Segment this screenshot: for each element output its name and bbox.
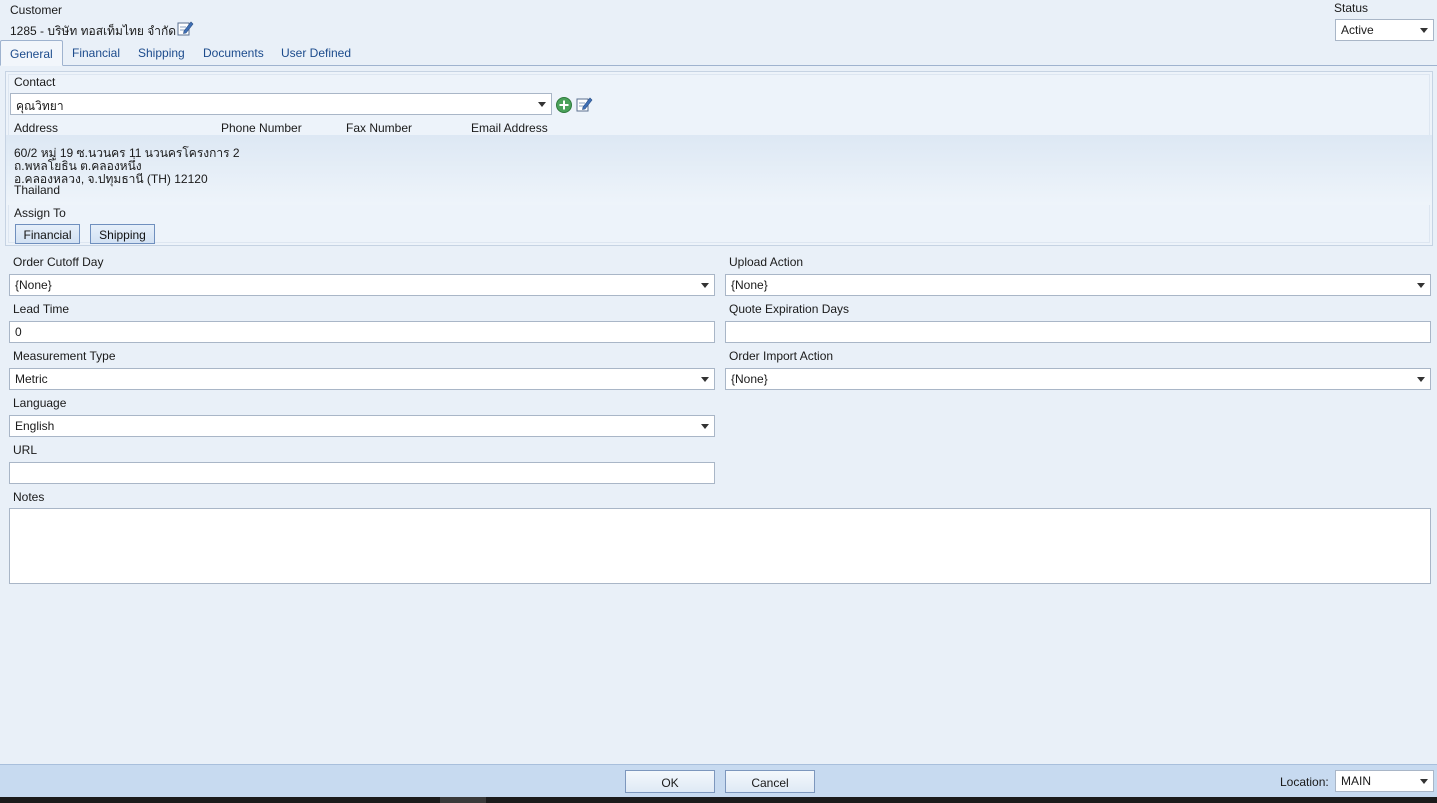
contact-value: คุณวิทยา (16, 99, 64, 113)
order-import-action-value: {None} (731, 372, 768, 386)
tab-user-defined[interactable]: User Defined (281, 40, 351, 66)
tab-strip: General Financial Shipping Documents Use… (0, 40, 1437, 66)
chevron-down-icon[interactable] (1415, 20, 1433, 40)
taskbar-highlight (440, 797, 486, 803)
customer-label: Customer (10, 3, 63, 17)
url-input[interactable] (9, 462, 715, 484)
email-column-header: Email Address (471, 121, 548, 135)
tab-shipping[interactable]: Shipping (138, 40, 185, 66)
edit-contact-icon[interactable] (575, 95, 593, 113)
fax-column-header: Fax Number (346, 121, 413, 135)
chevron-down-icon[interactable] (696, 275, 714, 295)
ok-button[interactable]: OK (625, 770, 715, 793)
chevron-down-icon[interactable] (1412, 275, 1430, 295)
upload-action-label: Upload Action (729, 255, 804, 269)
cancel-button[interactable]: Cancel (725, 770, 815, 793)
measurement-type-value: Metric (15, 372, 48, 386)
notes-textarea[interactable] (9, 508, 1431, 584)
chevron-down-icon[interactable] (696, 369, 714, 389)
notes-label: Notes (13, 490, 45, 504)
location-dropdown[interactable]: MAIN (1335, 770, 1434, 792)
assign-shipping-button[interactable]: Shipping (90, 224, 155, 244)
location-label: Location: (1280, 775, 1329, 789)
taskbar (0, 797, 1437, 803)
language-label: Language (13, 396, 67, 410)
url-label: URL (13, 443, 38, 457)
chevron-down-icon[interactable] (1415, 771, 1433, 791)
upload-action-dropdown[interactable]: {None} (725, 274, 1431, 296)
chevron-down-icon[interactable] (696, 416, 714, 436)
location-value: MAIN (1341, 774, 1371, 788)
language-dropdown[interactable]: English (9, 415, 715, 437)
status-value: Active (1341, 23, 1374, 37)
edit-customer-icon[interactable] (176, 19, 194, 37)
status-label: Status (1334, 1, 1369, 15)
assign-financial-button[interactable]: Financial (15, 224, 80, 244)
chevron-down-icon[interactable] (1412, 369, 1430, 389)
add-contact-icon[interactable] (555, 96, 573, 114)
language-value: English (15, 419, 55, 433)
tab-financial[interactable]: Financial (72, 40, 120, 66)
order-import-action-dropdown[interactable]: {None} (725, 368, 1431, 390)
order-cutoff-day-dropdown[interactable]: {None} (9, 274, 715, 296)
tab-documents[interactable]: Documents (203, 40, 264, 66)
order-cutoff-day-label: Order Cutoff Day (13, 255, 104, 269)
order-import-action-label: Order Import Action (729, 349, 834, 363)
status-dropdown[interactable]: Active (1335, 19, 1434, 41)
lead-time-value: 0 (15, 325, 22, 339)
contact-dropdown[interactable]: คุณวิทยา (10, 93, 552, 115)
contact-label: Contact (14, 75, 56, 89)
address-column-header: Address (14, 121, 59, 135)
order-cutoff-day-value: {None} (15, 278, 52, 292)
address-line-4: Thailand (14, 183, 61, 197)
chevron-down-icon[interactable] (533, 94, 551, 114)
assign-to-label: Assign To (14, 206, 66, 220)
quote-expiration-days-label: Quote Expiration Days (729, 302, 850, 316)
lead-time-label: Lead Time (13, 302, 70, 316)
quote-expiration-days-input[interactable] (725, 321, 1431, 343)
tab-general[interactable]: General (0, 40, 63, 66)
phone-column-header: Phone Number (221, 121, 302, 135)
upload-action-value: {None} (731, 278, 768, 292)
measurement-type-dropdown[interactable]: Metric (9, 368, 715, 390)
footer-bar (0, 764, 1437, 797)
measurement-type-label: Measurement Type (13, 349, 116, 363)
customer-name: 1285 - บริษัท ทอสเท็มไทย จำกัด (10, 24, 177, 38)
lead-time-input[interactable]: 0 (9, 321, 715, 343)
